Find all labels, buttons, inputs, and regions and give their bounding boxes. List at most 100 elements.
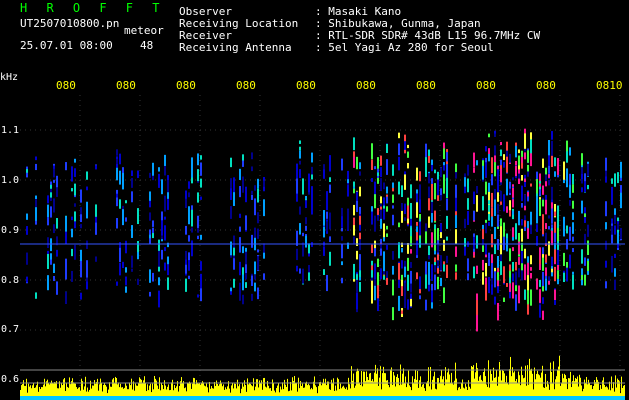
power-bar [351,366,352,398]
echo-pixel [410,298,412,307]
echo-pixel [524,178,526,182]
power-bar [559,355,560,398]
echo-pixel [506,233,508,239]
echo-pixel [491,219,493,227]
echo-pixel [491,263,493,279]
echo-pixel [185,198,187,208]
echo-pixel [539,189,541,196]
echo-pixel [308,243,310,254]
echo-pixel [323,164,325,170]
echo-pixel [398,143,400,156]
power-bar [521,366,522,398]
echo-pixel [377,272,379,286]
power-bar [589,383,590,398]
power-bar [367,376,368,398]
echo-pixel [482,196,484,211]
echo-pixel [305,217,307,225]
power-bar [49,384,50,398]
echo-pixel [524,215,526,221]
echo-pixel [50,238,52,252]
power-bar [131,378,132,398]
echo-pixel [386,196,388,204]
power-bar [295,382,296,398]
echo-pixel [614,173,616,187]
power-bar [201,382,202,398]
echo-pixel [482,259,484,271]
power-bar [26,378,27,398]
echo-pixel [263,180,265,187]
power-bar [273,382,274,398]
echo-pixel [410,249,412,254]
echo-pixel [149,200,151,208]
echo-pixel [521,174,523,181]
echo-pixel [299,206,301,215]
power-bar [482,381,483,398]
echo-pixel [416,272,418,280]
echo-pixel [566,267,568,282]
power-bar [426,382,427,398]
echo-pixel [308,272,310,281]
echo-pixel [401,286,403,297]
echo-pixel [431,283,433,291]
power-bar [479,376,480,398]
echo-pixel [116,149,118,156]
echo-pixel [80,214,82,222]
echo-pixel [359,162,361,170]
echo-pixel [158,173,160,188]
echo-pixel [323,226,325,238]
echo-pixel [476,160,478,166]
echo-pixel [491,207,493,217]
power-bar [437,377,438,398]
echo-pixel [53,263,55,274]
echo-pixel [443,185,445,193]
echo-pixel [611,218,613,224]
echo-pixel [434,229,436,242]
echo-pixel [503,194,505,208]
echo-pixel [392,187,394,192]
echo-pixel [398,156,400,171]
echo-pixel [542,257,544,271]
echo-pixel [131,177,133,188]
echo-pixel [563,272,565,283]
echo-pixel [341,158,343,171]
echo-pixel [434,188,436,200]
power-bar [494,377,495,398]
echo-pixel [572,200,574,209]
echo-pixel [296,178,298,194]
echo-pixel [119,170,121,185]
power-bar [420,376,421,398]
power-bar [577,376,578,398]
power-bar [325,378,326,398]
echo-pixel [200,162,202,176]
echo-pixel [446,215,448,229]
power-bar [37,381,38,398]
power-bar [314,376,315,398]
echo-pixel [158,277,160,286]
echo-pixel [341,236,343,241]
power-bar [150,383,151,398]
echo-pixel [515,271,517,286]
echo-pixel [455,272,457,280]
power-bar [508,384,509,398]
echo-pixel [302,268,304,284]
echo-pixel [149,291,151,297]
echo-pixel [509,153,511,163]
echo-pixel [398,295,400,311]
echo-pixel [581,187,583,193]
echo-pixel [95,222,97,235]
power-bar [483,372,484,398]
echo-pixel [434,257,436,262]
echo-pixel [539,304,541,318]
echo-pixel [299,146,301,151]
power-bar [480,375,481,398]
echo-pixel [137,278,139,285]
echo-pixel [539,247,541,260]
echo-pixel [164,247,166,252]
echo-pixel [467,211,469,225]
echo-pixel [407,144,409,149]
power-bar [555,379,556,398]
echo-pixel [572,212,574,220]
echo-pixel [455,264,457,272]
echo-pixel [614,225,616,235]
echo-pixel [257,212,259,224]
